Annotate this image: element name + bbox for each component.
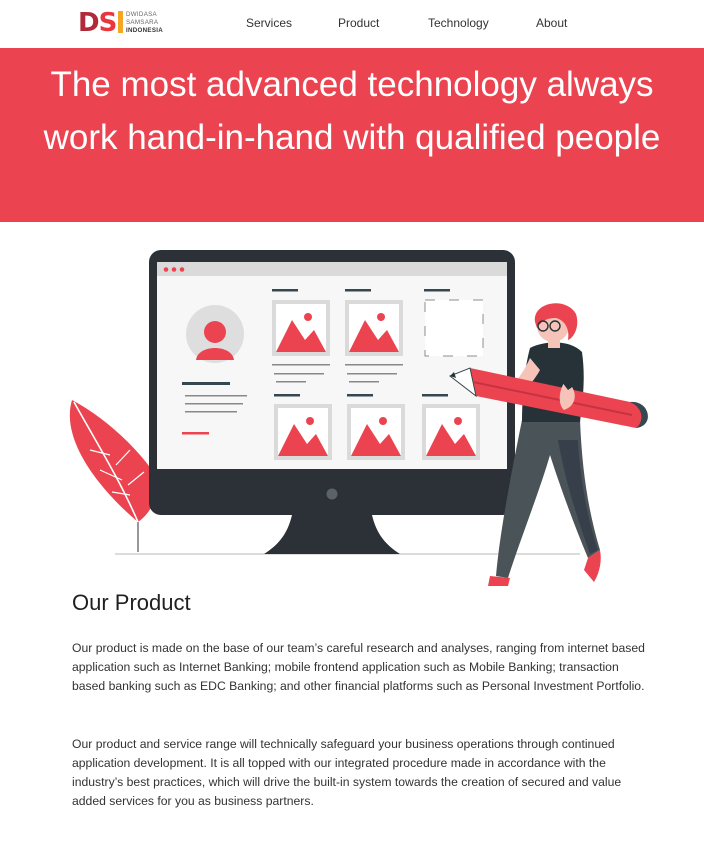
logo-word-3: INDONESIA — [126, 27, 164, 34]
brand-logo[interactable]: DS DWIDASA SAMSARA INDONESIA — [78, 9, 168, 37]
logo-word-2: SAMSARA — [126, 19, 159, 26]
logo-word-1: DWIDASA — [126, 11, 157, 18]
nav-link-product[interactable]: Product — [338, 16, 379, 30]
product-paragraph-1: Our product is made on the base of our t… — [72, 641, 645, 693]
nav-link-technology[interactable]: Technology — [428, 16, 489, 30]
monitor-icon — [149, 250, 515, 554]
leaf-icon — [69, 400, 156, 552]
section-title-our-product: Our Product — [72, 590, 191, 615]
navbar: DS DWIDASA SAMSARA INDONESIA Services Pr… — [0, 0, 704, 48]
logo-mark: DS — [78, 9, 124, 37]
product-paragraph-2: Our product and service range will techn… — [72, 737, 622, 808]
nav-link-services[interactable]: Services — [246, 16, 292, 30]
hero-title: The most advanced technology always work… — [43, 65, 661, 157]
nav-link-about[interactable]: About — [536, 16, 567, 30]
hero-banner: The most advanced technology always work… — [0, 48, 704, 222]
monitor-designer-illustration — [69, 250, 648, 586]
logo-wordmark: DWIDASA SAMSARA INDONESIA — [126, 11, 163, 35]
